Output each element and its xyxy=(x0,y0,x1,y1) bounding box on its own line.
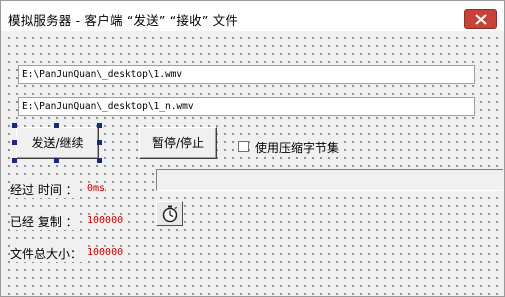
progress-bar xyxy=(156,169,503,191)
compress-checkbox-label: 使用压缩字节集 xyxy=(255,139,340,156)
selection-handle[interactable] xyxy=(97,123,102,128)
dest-path-input[interactable]: E:\PanJunQuan\_desktop\1_n.wmv xyxy=(18,97,475,116)
elapsed-label: 经过 时间 ： xyxy=(10,181,78,198)
window-title: 模拟服务器 - 客户端 “发送” “接收” 文件 xyxy=(8,13,239,28)
pause-stop-button[interactable]: 暂停/停止 xyxy=(139,127,217,159)
close-icon xyxy=(475,14,487,25)
timer-button[interactable] xyxy=(156,201,183,226)
title-bar: 模拟服务器 - 客户端 “发送” “接收” 文件 xyxy=(1,1,504,31)
selection-handle[interactable] xyxy=(12,123,17,128)
compress-checkbox[interactable] xyxy=(238,141,249,152)
source-path-input[interactable]: E:\PanJunQuan\_desktop\1.wmv xyxy=(18,65,475,84)
elapsed-value: 0ms xyxy=(87,183,106,194)
copied-value: 100000 xyxy=(87,215,124,226)
main-window: 模拟服务器 - 客户端 “发送” “接收” 文件 E:\PanJunQuan\_… xyxy=(0,0,505,297)
selection-handle[interactable] xyxy=(97,140,102,145)
selection-handle[interactable] xyxy=(54,123,59,128)
close-button[interactable] xyxy=(464,9,497,29)
total-size-label: 文件总大小： xyxy=(10,245,83,262)
copied-label: 已经 复制 ： xyxy=(10,213,78,230)
selection-handle[interactable] xyxy=(12,158,17,163)
send-continue-label: 发送/继续 xyxy=(31,136,84,150)
selection-handle[interactable] xyxy=(12,140,17,145)
selection-handle[interactable] xyxy=(54,158,59,163)
stopwatch-icon xyxy=(162,205,178,223)
pause-stop-label: 暂停/停止 xyxy=(151,136,205,150)
selection-handle[interactable] xyxy=(97,158,102,163)
total-size-value: 100000 xyxy=(87,247,124,258)
send-continue-button[interactable]: 发送/继续 xyxy=(16,127,99,159)
